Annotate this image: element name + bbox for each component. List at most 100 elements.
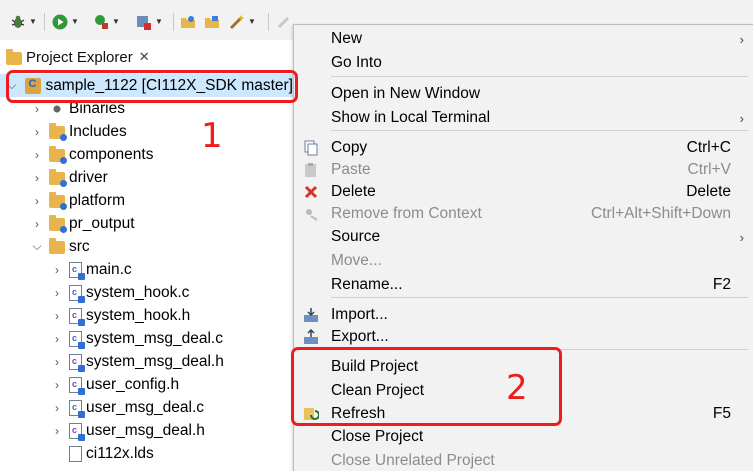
- wand-icon: [229, 14, 245, 30]
- tree-item[interactable]: › platform: [31, 189, 125, 212]
- chevron-right-icon[interactable]: ›: [31, 217, 43, 231]
- chevron-right-icon[interactable]: ›: [51, 401, 63, 415]
- external-tools-icon: [93, 14, 109, 30]
- menu-item-label: Import...: [331, 306, 388, 323]
- vcs-overlay-icon: [78, 295, 85, 303]
- tree-item-label: system_hook.h: [86, 306, 191, 324]
- menu-item-new[interactable]: New ›: [294, 28, 753, 50]
- menu-item-remove-from-context[interactable]: Remove from Context Ctrl+Alt+Shift+Down: [294, 203, 753, 225]
- menu-item-label: New: [331, 30, 363, 47]
- chevron-down-icon[interactable]: ▼: [112, 14, 120, 30]
- edit-button[interactable]: [276, 12, 292, 32]
- vcs-overlay-icon: [78, 272, 85, 280]
- chevron-right-icon[interactable]: ›: [51, 286, 63, 300]
- toolbar-separator: [44, 13, 45, 31]
- toolbar-separator: [173, 13, 174, 31]
- tree-item[interactable]: › c system_hook.c: [51, 281, 189, 304]
- wand-button[interactable]: ▼: [229, 12, 256, 32]
- menu-item-source[interactable]: Source ›: [294, 226, 753, 248]
- tree-item[interactable]: › c system_msg_deal.c: [51, 327, 223, 350]
- chevron-right-icon[interactable]: ›: [31, 148, 43, 162]
- file-type-glyph: c: [72, 401, 78, 412]
- explorer-title: Project Explorer: [26, 48, 133, 66]
- project-explorer-panel: Project Explorer ✕ ⌵ sample_1122 [CI112X…: [0, 40, 293, 471]
- chevron-right-icon[interactable]: ›: [51, 332, 63, 346]
- tree-item-label: user_msg_deal.c: [86, 398, 205, 416]
- open-folder-icon: [180, 14, 196, 30]
- chevron-right-icon[interactable]: ›: [31, 102, 43, 116]
- header-file-icon: c: [69, 307, 85, 326]
- linker-script-icon: [69, 445, 82, 462]
- menu-item-label: Show in Local Terminal: [331, 109, 491, 126]
- chevron-right-icon[interactable]: ›: [31, 125, 43, 139]
- tree-item-label: driver: [69, 168, 108, 186]
- vcs-overlay-icon: [78, 410, 85, 418]
- tab-project-explorer[interactable]: Project Explorer ✕: [0, 46, 150, 68]
- chevron-down-icon[interactable]: ▼: [155, 14, 163, 30]
- chevron-down-icon[interactable]: ▼: [29, 14, 37, 30]
- close-icon[interactable]: ✕: [139, 49, 150, 65]
- menu-item-shortcut: F5: [712, 405, 731, 422]
- menu-item-show-in-local-terminal[interactable]: Show in Local Terminal ›: [294, 107, 753, 129]
- run-button[interactable]: ▼: [52, 12, 79, 32]
- menu-item-import[interactable]: Import...: [294, 304, 753, 326]
- menu-item-move[interactable]: Move...: [294, 250, 753, 272]
- tree-item[interactable]: › components: [31, 143, 153, 166]
- debug-icon: [10, 14, 26, 30]
- menu-item-rename[interactable]: Rename... F2: [294, 274, 753, 296]
- tree-item[interactable]: › c user_msg_deal.c: [51, 396, 204, 419]
- debug-button[interactable]: ▼: [10, 12, 37, 32]
- annotation-box-1: [6, 70, 298, 103]
- build-target-icon: [136, 14, 152, 30]
- chevron-right-icon[interactable]: ›: [51, 378, 63, 392]
- tree-item[interactable]: › c system_msg_deal.h: [51, 350, 224, 373]
- tree-item[interactable]: › Includes: [31, 120, 127, 143]
- menu-item-open-in-new-window[interactable]: Open in New Window: [294, 83, 753, 105]
- chevron-down-icon[interactable]: ⌵: [31, 239, 43, 254]
- tree-item[interactable]: › pr_output: [31, 212, 135, 235]
- chevron-down-icon[interactable]: ▼: [248, 14, 256, 30]
- menu-item-export[interactable]: Export...: [294, 326, 753, 348]
- menu-separator: [331, 130, 748, 131]
- vcs-overlay-icon: [78, 387, 85, 395]
- tree-item[interactable]: › c main.c: [51, 258, 132, 281]
- external-tools-button[interactable]: ▼: [93, 12, 120, 32]
- open-folder-button[interactable]: [180, 12, 196, 32]
- menu-item-delete[interactable]: Delete Delete: [294, 181, 753, 203]
- tree-item[interactable]: › c user_config.h: [51, 373, 179, 396]
- file-type-glyph: c: [72, 355, 78, 366]
- tree-item[interactable]: › c user_msg_deal.h: [51, 419, 205, 442]
- chevron-right-icon[interactable]: ›: [51, 355, 63, 369]
- menu-item-label: Copy: [331, 139, 368, 156]
- chevron-down-icon[interactable]: ▼: [71, 14, 79, 30]
- tree-item[interactable]: ⌵ src: [31, 235, 89, 258]
- vcs-overlay-icon: [78, 318, 85, 326]
- chevron-right-icon[interactable]: ›: [51, 309, 63, 323]
- tree-item-label: main.c: [86, 260, 132, 278]
- chevron-right-icon[interactable]: ›: [51, 263, 63, 277]
- menu-item-copy[interactable]: Copy Ctrl+C: [294, 137, 753, 159]
- chevron-right-icon[interactable]: ›: [31, 194, 43, 208]
- chevron-right-icon[interactable]: ›: [31, 171, 43, 185]
- menu-item-close-unrelated-project[interactable]: Close Unrelated Project: [294, 450, 753, 471]
- build-target-button[interactable]: ▼: [136, 12, 163, 32]
- submenu-arrow-icon: ›: [739, 31, 744, 47]
- menu-item-close-project[interactable]: Close Project: [294, 426, 753, 448]
- open-project-button[interactable]: [204, 12, 220, 32]
- tree-item-label: ci112x.lds: [86, 444, 154, 462]
- annotation-label-1: 1: [201, 116, 223, 156]
- file-type-glyph: c: [72, 309, 78, 320]
- menu-item-shortcut: Ctrl+Alt+Shift+Down: [591, 205, 731, 222]
- run-icon: [52, 14, 68, 30]
- menu-item-label: Remove from Context: [331, 205, 482, 222]
- menu-item-go-into[interactable]: Go Into: [294, 52, 753, 74]
- menu-item-paste[interactable]: Paste Ctrl+V: [294, 159, 753, 181]
- chevron-right-icon[interactable]: ›: [51, 424, 63, 438]
- file-type-glyph: c: [72, 286, 78, 297]
- tree-item[interactable]: ci112x.lds: [51, 442, 154, 465]
- tree-item[interactable]: › driver: [31, 166, 108, 189]
- tree-item[interactable]: › c system_hook.h: [51, 304, 190, 327]
- open-project-icon: [204, 14, 220, 30]
- submenu-arrow-icon: ›: [739, 229, 744, 245]
- tree-item-label: system_msg_deal.h: [86, 352, 224, 370]
